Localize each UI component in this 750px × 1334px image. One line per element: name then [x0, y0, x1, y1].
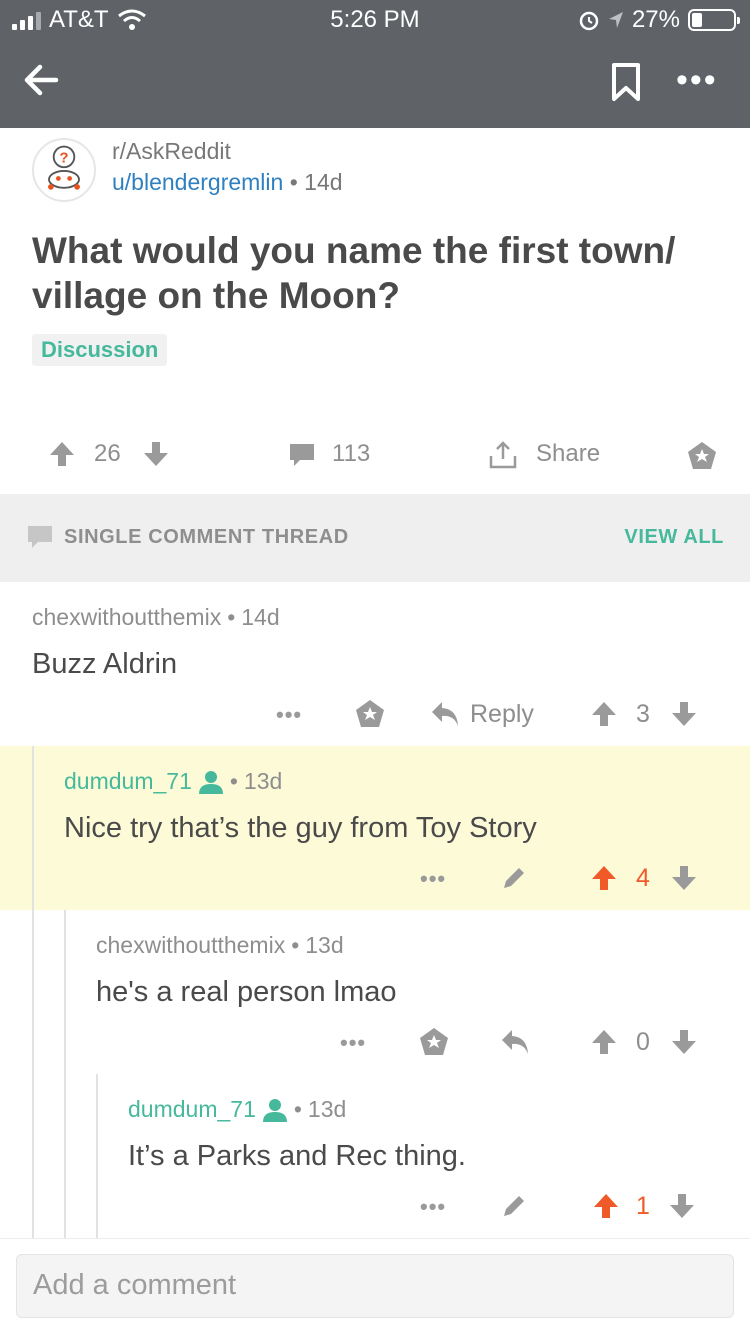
comment-actions: ••• Reply 3 — [0, 700, 750, 740]
downvote-icon[interactable] — [670, 700, 698, 728]
comment-score: 3 — [636, 700, 650, 728]
reply-label[interactable]: Reply — [470, 700, 534, 729]
post-flair[interactable]: Discussion — [32, 334, 168, 366]
comment-actions: ••• 4 — [0, 864, 750, 904]
award-icon[interactable] — [418, 1026, 450, 1058]
comment-score: 4 — [636, 864, 650, 892]
more-icon[interactable]: ••• — [420, 1194, 446, 1220]
comment-actions: ••• 0 — [0, 1028, 750, 1068]
downvote-icon[interactable] — [670, 864, 698, 892]
more-icon[interactable]: ••• — [340, 1030, 366, 1056]
comment-author[interactable]: dumdum_71 — [128, 1096, 256, 1123]
downvote-icon[interactable] — [668, 1192, 696, 1220]
upvote-icon[interactable] — [592, 1192, 620, 1220]
upvote-icon[interactable] — [48, 440, 76, 468]
award-icon[interactable] — [354, 698, 386, 730]
downvote-icon[interactable] — [670, 1028, 698, 1056]
comment-age: 13d — [307, 1096, 347, 1122]
subreddit-avatar[interactable]: ? — [32, 138, 96, 202]
comment-age: 13d — [305, 932, 344, 958]
post-title: What would you name the first town/ vill… — [32, 230, 676, 316]
comment-author[interactable]: chexwithoutthemix — [32, 604, 221, 631]
comment-body: It’s a Parks and Rec thing. — [128, 1140, 466, 1172]
comment-actions: ••• 1 — [0, 1192, 750, 1232]
post-author[interactable]: u/blendergremlin — [112, 169, 283, 195]
comment-body: Buzz Aldrin — [32, 648, 178, 680]
more-icon[interactable]: ••• — [420, 866, 446, 892]
share-label[interactable]: Share — [536, 440, 600, 468]
post-age: 14d — [304, 169, 343, 195]
comment-body: he's a real person lmao — [96, 976, 397, 1008]
comment-score: 0 — [636, 1028, 650, 1056]
upvote-icon[interactable] — [590, 700, 618, 728]
view-all-button[interactable]: VIEW ALL — [624, 526, 724, 549]
downvote-icon[interactable] — [142, 440, 170, 468]
top-bar: AT&T 5:26 PM 27% ••• — [0, 0, 750, 128]
separator-dot: • — [289, 169, 305, 195]
award-icon[interactable] — [686, 440, 718, 472]
edit-icon[interactable] — [500, 864, 528, 892]
status-bar: AT&T 5:26 PM 27% — [0, 0, 750, 40]
battery-icon — [688, 9, 740, 31]
post-comment-count[interactable]: 113 — [332, 440, 370, 468]
comment-meta: dumdum_71 • 13d — [64, 768, 283, 795]
edit-icon[interactable] — [500, 1192, 528, 1220]
thread-line — [64, 910, 66, 1238]
share-icon[interactable] — [488, 440, 518, 470]
reply-icon[interactable] — [500, 1028, 530, 1056]
bookmark-icon[interactable] — [610, 62, 642, 102]
more-icon[interactable]: ••• — [276, 702, 302, 728]
composer-divider — [0, 1238, 750, 1239]
comment-icon — [28, 526, 52, 548]
user-icon — [198, 770, 223, 794]
svg-text:?: ? — [59, 150, 68, 167]
location-icon — [608, 12, 623, 28]
comment-author[interactable]: dumdum_71 — [64, 768, 192, 795]
comment-score: 1 — [636, 1192, 650, 1220]
comment-age: 14d — [241, 604, 280, 630]
comment-author[interactable]: chexwithoutthemix — [96, 932, 285, 959]
alarm-icon — [579, 11, 599, 31]
thread-label: SINGLE COMMENT THREAD — [64, 526, 349, 548]
post-actions: 26 113 Share — [0, 430, 750, 478]
post-author-line: u/blendergremlin • 14d — [112, 169, 343, 196]
user-icon — [262, 1098, 287, 1122]
post-score: 26 — [94, 440, 121, 467]
comment-meta: chexwithoutthemix • 13d — [96, 932, 344, 959]
comment-age: 13d — [243, 768, 283, 794]
battery-percent: 27% — [631, 6, 680, 33]
single-thread-bar: SINGLE COMMENT THREAD VIEW ALL — [0, 494, 750, 582]
subreddit-name[interactable]: r/AskReddit — [112, 138, 231, 165]
comment-input[interactable] — [33, 1269, 717, 1302]
thread-line — [32, 746, 34, 1238]
upvote-icon[interactable] — [590, 1028, 618, 1056]
status-right: 27% — [578, 6, 740, 34]
comment-icon[interactable] — [288, 442, 316, 468]
upvote-icon[interactable] — [590, 864, 618, 892]
more-icon[interactable]: ••• — [676, 63, 718, 97]
comment-meta: dumdum_71 • 13d — [128, 1096, 347, 1123]
back-icon[interactable] — [20, 58, 64, 102]
comment-meta: chexwithoutthemix • 14d — [32, 604, 280, 631]
reply-icon[interactable] — [430, 700, 460, 728]
comment-composer[interactable] — [16, 1254, 734, 1318]
comment-body: Nice try that’s the guy from Toy Story — [64, 812, 537, 844]
